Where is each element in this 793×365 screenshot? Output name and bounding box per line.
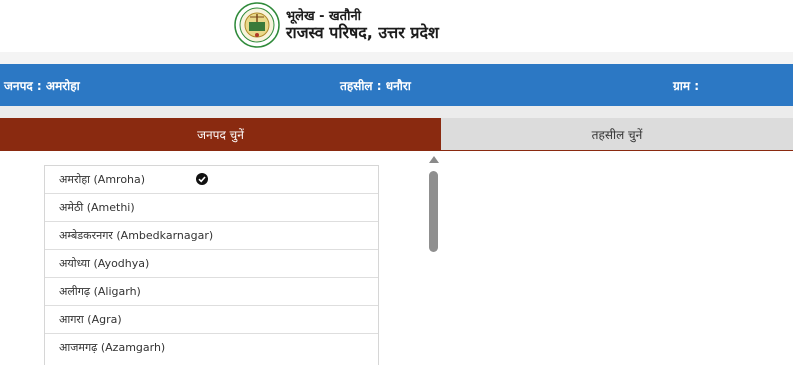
location-bar: जनपद : अमरोहा तहसील : धनौरा ग्राम : [0, 64, 793, 106]
list-item[interactable]: आजमगढ़ (Azamgarh) [45, 333, 378, 361]
tab-district[interactable]: जनपद चुनें [0, 118, 441, 151]
list-item[interactable]: आगरा (Agra) [45, 305, 378, 333]
separator-band [0, 106, 793, 118]
list-item-label: अमेठी (Amethi) [59, 201, 135, 214]
scroll-up-arrow-icon[interactable] [429, 156, 439, 163]
tehsil-label: तहसील : धनौरा [340, 79, 411, 93]
list-item-label: अयोध्या (Ayodhya) [59, 257, 150, 270]
emblem-seal-icon [234, 2, 280, 48]
scrollbar-thumb[interactable] [429, 171, 438, 252]
list-item-label: अलीगढ़ (Aligarh) [59, 285, 141, 298]
check-circle-icon [196, 173, 208, 185]
district-label: जनपद : अमरोहा [4, 79, 80, 93]
district-list: अमरोहा (Amroha) अमेठी (Amethi) अम्बेडकरन… [44, 165, 379, 365]
site-title-line2: राजस्व परिषद, उत्तर प्रदेश [286, 23, 439, 42]
header-band [0, 52, 793, 64]
list-item-label: अम्बेडकरनगर (Ambedkarnagar) [59, 229, 214, 242]
village-label: ग्राम : [673, 79, 700, 93]
list-item-label: आजमगढ़ (Azamgarh) [59, 341, 166, 354]
list-item[interactable]: अमरोहा (Amroha) [45, 165, 378, 193]
tab-tehsil[interactable]: तहसील चुनें [441, 118, 793, 151]
list-item-label: अमरोहा (Amroha) [59, 173, 146, 186]
site-header: भूलेख - खतौनी राजस्व परिषद, उत्तर प्रदेश [0, 0, 793, 64]
tab-underline [441, 150, 793, 151]
list-item-label: आगरा (Agra) [59, 313, 122, 326]
list-item[interactable]: अयोध्या (Ayodhya) [45, 249, 378, 277]
list-item[interactable]: अलीगढ़ (Aligarh) [45, 277, 378, 305]
list-item[interactable]: अम्बेडकरनगर (Ambedkarnagar) [45, 221, 378, 249]
list-item[interactable]: अमेठी (Amethi) [45, 193, 378, 221]
